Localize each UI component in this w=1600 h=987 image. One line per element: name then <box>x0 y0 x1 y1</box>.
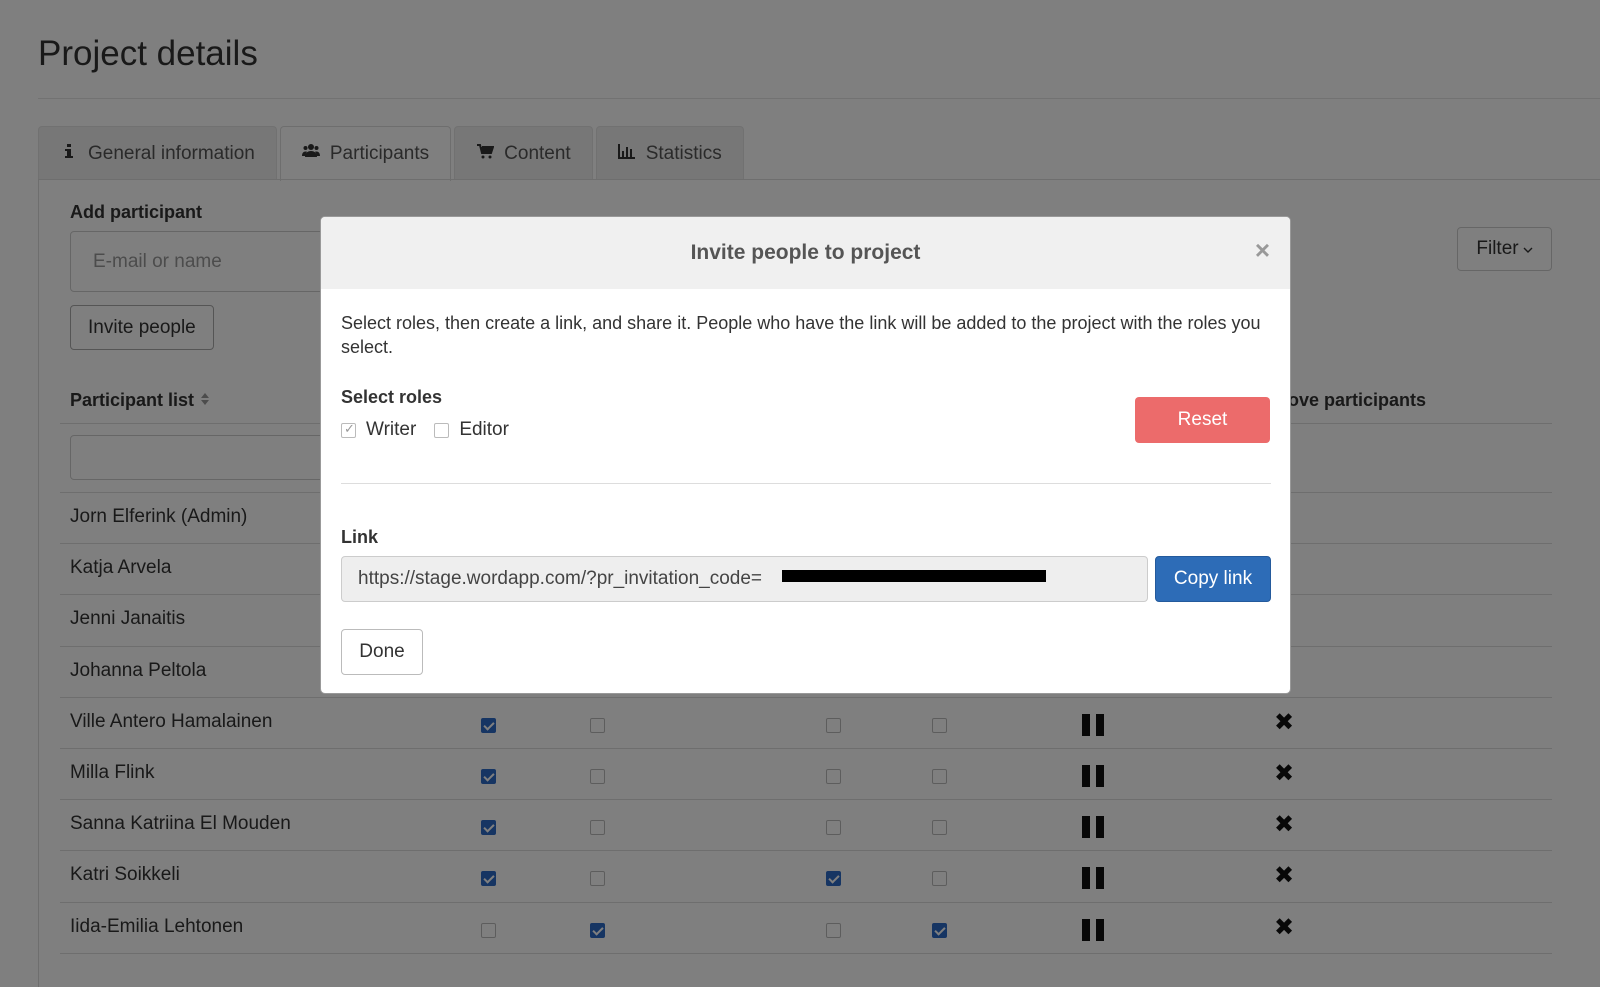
copy-link-button[interactable]: Copy link <box>1155 556 1271 602</box>
role-editor[interactable]: Editor <box>434 419 509 441</box>
modal-title: Invite people to project <box>690 241 921 264</box>
redaction-bar <box>782 570 1046 582</box>
editor-checkbox[interactable] <box>434 422 450 438</box>
reset-button[interactable]: Reset <box>1135 397 1270 443</box>
roles-group: Writer Editor <box>341 419 509 441</box>
writer-checkbox[interactable] <box>341 421 356 438</box>
modal-header: Invite people to project × <box>321 217 1290 289</box>
select-roles-label: Select roles <box>341 387 443 407</box>
modal-description: Select roles, then create a link, and sh… <box>341 313 1261 357</box>
invitation-link-text: https://stage.wordapp.com/?pr_invitation… <box>358 568 763 589</box>
role-label: Editor <box>459 419 509 440</box>
modal-divider <box>341 483 1271 484</box>
invitation-link-field[interactable]: https://stage.wordapp.com/?pr_invitation… <box>341 556 1148 602</box>
invite-modal: Invite people to project × Select roles,… <box>320 216 1291 694</box>
done-button[interactable]: Done <box>341 629 423 675</box>
role-writer[interactable]: Writer <box>341 419 416 441</box>
link-label: Link <box>341 527 379 547</box>
role-label: Writer <box>366 419 417 440</box>
close-icon[interactable]: × <box>1255 237 1270 263</box>
